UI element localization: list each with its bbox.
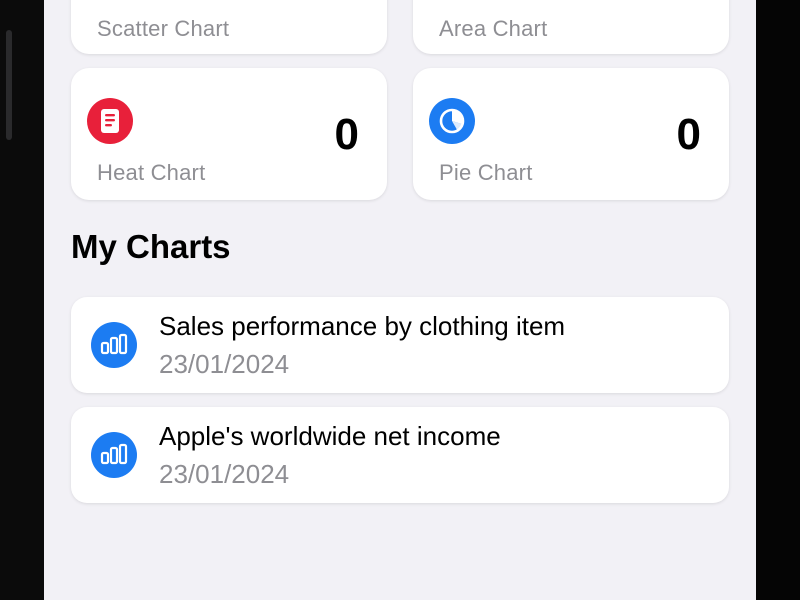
stat-card-area[interactable]: 0 Area Chart <box>413 0 729 54</box>
stat-card-scatter[interactable]: 0 Scatter Chart <box>71 0 387 54</box>
stat-label: Heat Chart <box>97 160 206 185</box>
bar-chart-icon <box>91 322 137 368</box>
chart-title: Sales performance by clothing item <box>159 311 566 341</box>
bar-chart-icon <box>91 432 137 478</box>
pie-chart-icon <box>429 98 475 144</box>
stat-label: Pie Chart <box>439 160 533 185</box>
side-button <box>6 30 12 140</box>
stat-card-heat[interactable]: 0 Heat Chart <box>71 68 387 200</box>
chart-date: 23/01/2024 <box>159 349 290 379</box>
document-icon <box>87 98 133 144</box>
stat-count: 0 <box>676 110 701 159</box>
section-heading: My Charts <box>71 228 231 265</box>
phone-bezel-right <box>756 0 800 600</box>
chart-list-item[interactable]: Apple's worldwide net income 23/01/2024 <box>71 407 729 503</box>
stat-label: Scatter Chart <box>97 16 230 41</box>
chart-list-item[interactable]: Sales performance by clothing item 23/01… <box>71 297 729 393</box>
phone-frame: 0 Scatter Chart 0 Area Chart 0 Heat Char… <box>0 0 800 600</box>
app-screen: 0 Scatter Chart 0 Area Chart 0 Heat Char… <box>44 0 756 600</box>
stat-card-pie[interactable]: 0 Pie Chart <box>413 68 729 200</box>
chart-date: 23/01/2024 <box>159 459 290 489</box>
chart-title: Apple's worldwide net income <box>159 421 501 451</box>
stat-label: Area Chart <box>439 16 548 41</box>
stat-count: 0 <box>334 110 359 159</box>
